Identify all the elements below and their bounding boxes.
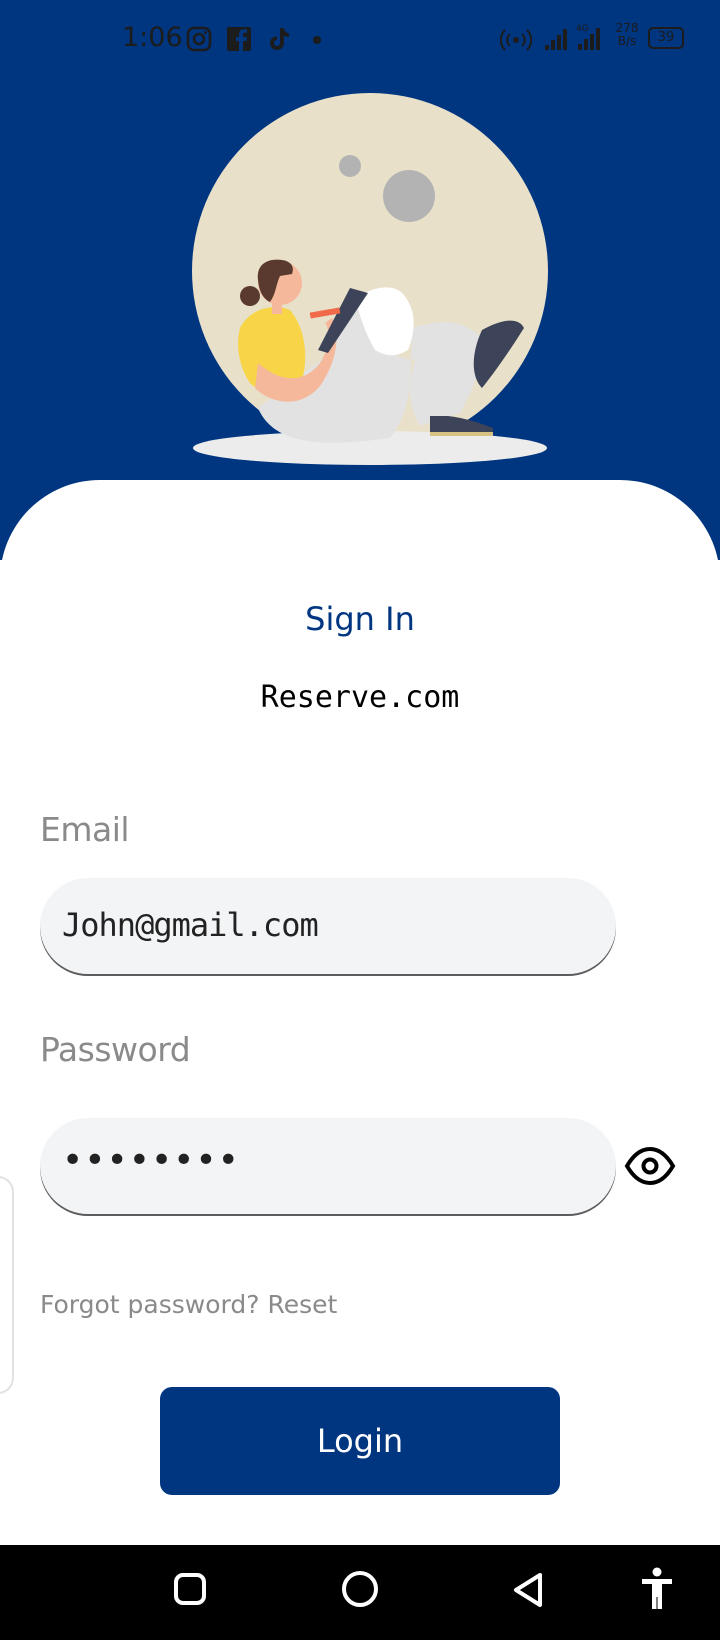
- hero-illustration: [192, 93, 548, 465]
- show-password-eye-icon[interactable]: [624, 1140, 676, 1192]
- system-nav-bar: [0, 1545, 720, 1640]
- sign-in-title: Sign In: [305, 600, 415, 638]
- status-time: 1:06: [122, 22, 183, 53]
- crater-small: [339, 155, 361, 177]
- shoe-left: [430, 416, 493, 434]
- instagram-icon: [186, 26, 212, 52]
- email-field[interactable]: John@gmail.com: [40, 878, 616, 974]
- forgot-password-link[interactable]: Forgot password? Reset: [40, 1290, 337, 1319]
- dot-icon: [313, 36, 321, 44]
- side-edge-panel-handle[interactable]: [0, 1176, 14, 1394]
- email-value: John@gmail.com: [62, 906, 319, 944]
- hair-bun: [240, 286, 260, 306]
- crater-large: [383, 170, 435, 222]
- email-label: Email: [40, 810, 130, 849]
- hotspot-icon: [500, 29, 532, 51]
- login-button-label: Login: [316, 1422, 404, 1460]
- network-speed: 278 B/s: [612, 22, 642, 48]
- login-card: [0, 480, 720, 1545]
- accessibility-icon[interactable]: [640, 1567, 674, 1611]
- login-button[interactable]: Login: [160, 1387, 560, 1495]
- password-label: Password: [40, 1030, 191, 1069]
- facebook-icon: [227, 27, 251, 51]
- password-value: ••••••••: [62, 1140, 240, 1181]
- status-bar: 1:06 4G 278 B/s 39: [0, 0, 720, 80]
- signal-icon: [545, 29, 567, 50]
- svg-text:4G: 4G: [576, 24, 589, 34]
- battery-icon: 39: [648, 27, 684, 49]
- brand-name: Reserve.com: [260, 680, 460, 715]
- recents-icon[interactable]: [172, 1571, 208, 1607]
- home-icon[interactable]: [340, 1569, 380, 1609]
- 4g-signal-icon: 4G: [576, 24, 600, 50]
- back-icon[interactable]: [510, 1571, 546, 1609]
- network-speed-unit: B/s: [617, 34, 637, 48]
- password-field[interactable]: ••••••••: [40, 1118, 616, 1214]
- tiktok-icon: [270, 28, 289, 50]
- battery-level: 39: [657, 30, 675, 45]
